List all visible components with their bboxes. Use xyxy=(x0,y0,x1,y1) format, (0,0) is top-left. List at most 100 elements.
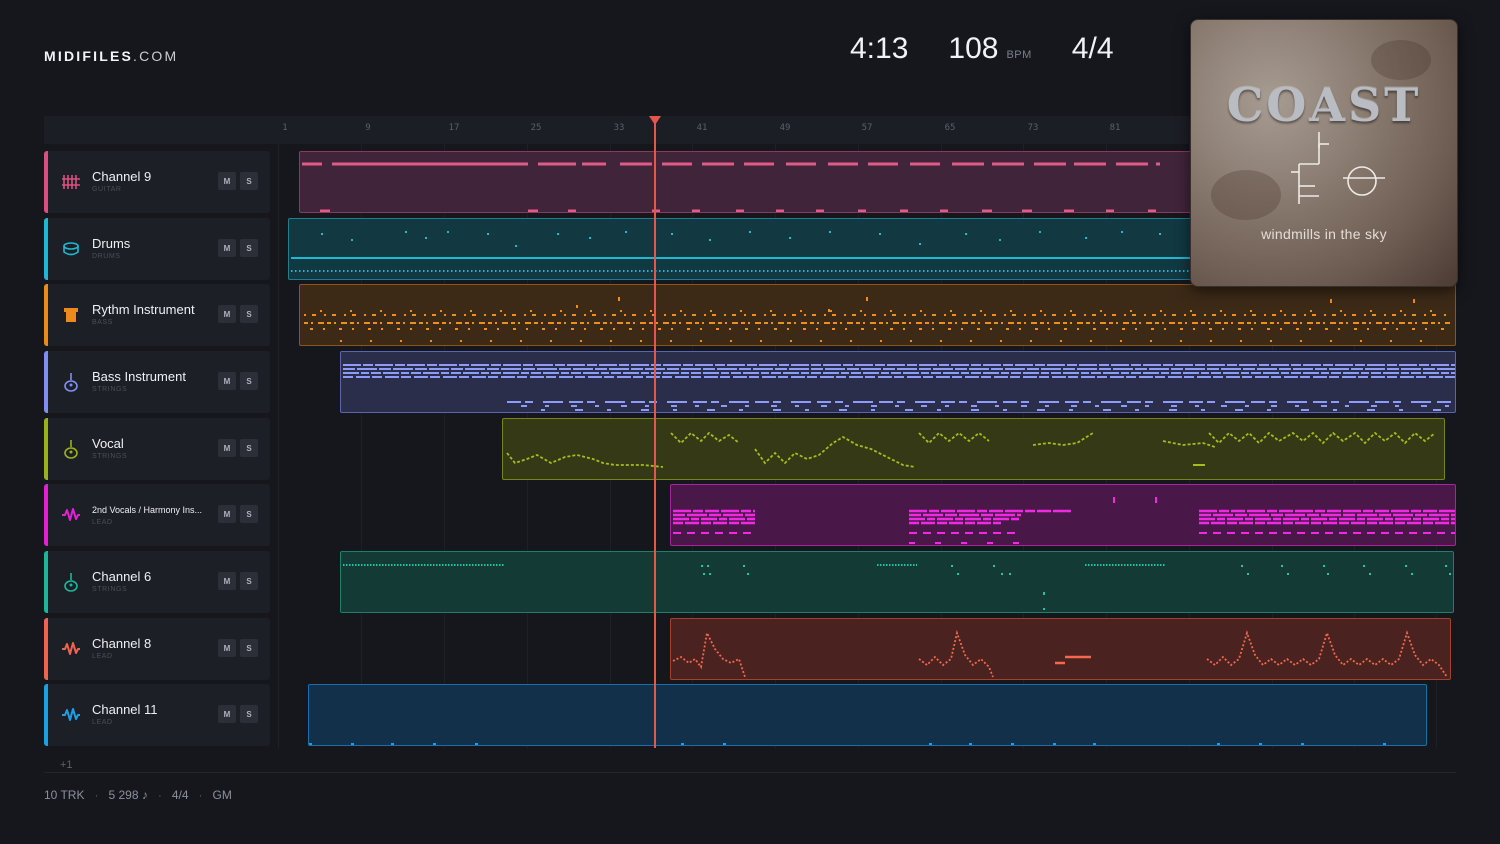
strings-icon xyxy=(60,371,82,393)
track-category: GUITAR xyxy=(92,186,122,193)
mute-button[interactable]: M xyxy=(218,239,236,257)
track-category: BASS xyxy=(92,319,114,326)
bass-block-icon xyxy=(60,304,82,326)
mute-button[interactable]: M xyxy=(218,372,236,390)
cover-texture xyxy=(1371,40,1431,80)
track-name: Rythm Instrument xyxy=(92,302,195,317)
track-header-channel-11[interactable]: Channel 11 LEAD M S xyxy=(44,684,270,746)
ruler-tick: 65 xyxy=(944,123,956,133)
transport-stats: 4:13 108 BPM 4/4 xyxy=(850,32,1114,66)
note-lane xyxy=(673,497,1455,544)
track-region-rythm-instrument[interactable] xyxy=(299,284,1456,346)
track-color-bar xyxy=(44,351,48,413)
track-color-bar xyxy=(44,284,48,346)
mute-button[interactable]: M xyxy=(218,305,236,323)
solo-button[interactable]: S xyxy=(240,572,258,590)
mute-button[interactable]: M xyxy=(218,439,236,457)
track-header-2nd-vocals[interactable]: 2nd Vocals / Harmony Ins... LEAD M S xyxy=(44,484,270,546)
track-category: LEAD xyxy=(92,519,113,526)
track-category: STRINGS xyxy=(92,386,128,393)
track-header-channel-9[interactable]: Channel 9 GUITAR M S xyxy=(44,151,270,213)
mute-button[interactable]: M xyxy=(218,172,236,190)
mute-button[interactable]: M xyxy=(218,639,236,657)
track-color-bar xyxy=(44,618,48,680)
strings-icon xyxy=(60,571,82,593)
ruler-tick: 33 xyxy=(613,123,625,133)
track-header-drums[interactable]: Drums DRUMS M S xyxy=(44,218,270,280)
separator-dot: · xyxy=(198,788,203,802)
album-cover: COAST windmills in the sky xyxy=(1190,19,1458,287)
track-region-2nd-vocals[interactable] xyxy=(670,484,1456,546)
album-title: windmills in the sky xyxy=(1261,226,1387,242)
solo-button[interactable]: S xyxy=(240,239,258,257)
mute-button[interactable]: M xyxy=(218,705,236,723)
note-lane xyxy=(672,629,1448,678)
strings-icon xyxy=(60,438,82,460)
footer-divider xyxy=(44,772,1456,773)
track-region-bass-instrument[interactable] xyxy=(340,351,1456,413)
album-symbol-icon xyxy=(1291,132,1385,204)
track-name: 2nd Vocals / Harmony Ins... xyxy=(92,505,203,515)
track-name: Channel 8 xyxy=(92,636,152,651)
track-category: LEAD xyxy=(92,653,113,660)
grid-line xyxy=(278,144,279,748)
track-color-bar xyxy=(44,484,48,546)
track-header-rythm-instrument[interactable]: Rythm Instrument BASS M S xyxy=(44,284,270,346)
ruler-tick: 57 xyxy=(861,123,873,133)
solo-button[interactable]: S xyxy=(240,172,258,190)
note-lane xyxy=(309,743,1386,745)
ruler-tick: 49 xyxy=(779,123,791,133)
footer-stats: 10 TRK · 5 298 ♪ · 4/4 · GM xyxy=(44,788,232,802)
track-category: DRUMS xyxy=(92,253,121,260)
cover-texture xyxy=(1211,170,1281,220)
track-name: Channel 9 xyxy=(92,169,152,184)
track-color-bar xyxy=(44,218,48,280)
solo-button[interactable]: S xyxy=(240,639,258,657)
mute-button[interactable]: M xyxy=(218,572,236,590)
track-name: Drums xyxy=(92,236,131,251)
track-name: Bass Instrument xyxy=(92,369,186,384)
midi-standard: GM xyxy=(212,788,232,802)
playhead-marker-icon[interactable] xyxy=(649,116,661,125)
track-header-bass-instrument[interactable]: Bass Instrument STRINGS M S xyxy=(44,351,270,413)
track-region-channel-11[interactable] xyxy=(308,684,1427,746)
track-header-vocal[interactable]: Vocal STRINGS M S xyxy=(44,418,270,480)
solo-button[interactable]: S xyxy=(240,705,258,723)
track-name: Vocal xyxy=(92,436,124,451)
ruler-tick: 73 xyxy=(1027,123,1039,133)
track-header-channel-6[interactable]: Channel 6 STRINGS M S xyxy=(44,551,270,613)
track-name: Channel 11 xyxy=(92,702,158,717)
ruler-tick: 81 xyxy=(1109,123,1121,133)
track-region-vocal[interactable] xyxy=(502,418,1445,480)
track-color-bar xyxy=(44,551,48,613)
solo-button[interactable]: S xyxy=(240,505,258,523)
track-category: LEAD xyxy=(92,719,113,726)
footer-time-signature: 4/4 xyxy=(171,788,189,802)
song-duration: 4:13 xyxy=(850,32,909,65)
track-color-bar xyxy=(44,151,48,213)
track-region-channel-6[interactable] xyxy=(340,551,1454,613)
playhead[interactable] xyxy=(654,122,656,748)
note-lane xyxy=(343,564,1451,610)
ruler-tick: 1 xyxy=(282,123,288,133)
mute-button[interactable]: M xyxy=(218,505,236,523)
brand-name: MIDIFILES xyxy=(44,48,134,64)
ruler-tick: 25 xyxy=(530,123,542,133)
track-category: STRINGS xyxy=(92,453,128,460)
ruler-tick: 9 xyxy=(365,123,371,133)
solo-button[interactable]: S xyxy=(240,439,258,457)
more-tracks-indicator[interactable]: +1 xyxy=(60,759,73,771)
separator-dot: · xyxy=(94,788,99,802)
note-lane xyxy=(304,297,1450,342)
track-color-bar xyxy=(44,418,48,480)
solo-button[interactable]: S xyxy=(240,372,258,390)
tempo-value: 108 xyxy=(948,32,999,65)
tempo-unit: BPM xyxy=(1006,49,1032,61)
separator-dot: · xyxy=(157,788,162,802)
track-count: 10 TRK xyxy=(44,788,85,802)
solo-button[interactable]: S xyxy=(240,305,258,323)
brand-logo[interactable]: MIDIFILES.COM xyxy=(44,48,178,64)
note-lane xyxy=(506,431,1436,468)
track-header-channel-8[interactable]: Channel 8 LEAD M S xyxy=(44,618,270,680)
track-region-channel-8[interactable] xyxy=(670,618,1451,680)
